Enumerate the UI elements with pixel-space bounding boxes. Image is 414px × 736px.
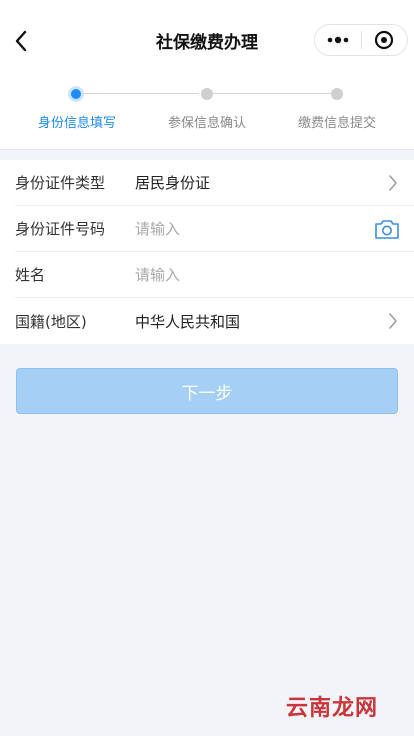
next-step-button[interactable]: 下一步	[16, 368, 398, 414]
id-number-label: 身份证件号码	[15, 220, 106, 238]
identity-form: 身份证件类型 居民身份证 身份证件号码 姓名 国籍(地区) 中华人民共和国	[0, 160, 414, 344]
mini-program-capsule	[314, 24, 408, 56]
id-type-label: 身份证件类型	[15, 174, 106, 192]
step-dot-2	[201, 88, 213, 100]
watermark-logo: 云南龙网	[285, 695, 378, 721]
id-type-row[interactable]: 身份证件类型 居民身份证	[15, 160, 414, 206]
target-close-icon	[375, 30, 394, 50]
name-label: 姓名	[15, 266, 46, 284]
step-dot-1	[68, 86, 84, 102]
chevron-right-icon	[389, 313, 397, 329]
id-number-row: 身份证件号码	[15, 206, 414, 252]
step-label-3: 缴费信息提交	[297, 116, 377, 131]
step-connector	[213, 93, 331, 94]
nationality-row[interactable]: 国籍(地区) 中华人民共和国	[15, 298, 414, 344]
camera-icon[interactable]	[374, 218, 400, 240]
id-number-input[interactable]	[135, 219, 355, 238]
more-dots-icon	[327, 36, 349, 44]
id-type-value[interactable]: 居民身份证	[135, 172, 210, 193]
step-label-1: 身份信息填写	[37, 116, 117, 131]
name-row: 姓名	[15, 252, 414, 298]
more-menu-button[interactable]	[315, 25, 361, 55]
chevron-right-icon	[389, 175, 397, 191]
name-input[interactable]	[135, 265, 355, 284]
nationality-value[interactable]: 中华人民共和国	[135, 311, 240, 332]
step-dot-3	[331, 88, 343, 100]
step-connector	[84, 93, 199, 94]
top-bar: 社保缴费办理	[0, 0, 414, 80]
close-mini-program-button[interactable]	[361, 25, 407, 55]
nationality-label: 国籍(地区)	[15, 312, 87, 331]
step-label-2: 参保信息确认	[167, 116, 247, 131]
progress-steps: 身份信息填写 参保信息确认 缴费信息提交	[0, 80, 414, 150]
